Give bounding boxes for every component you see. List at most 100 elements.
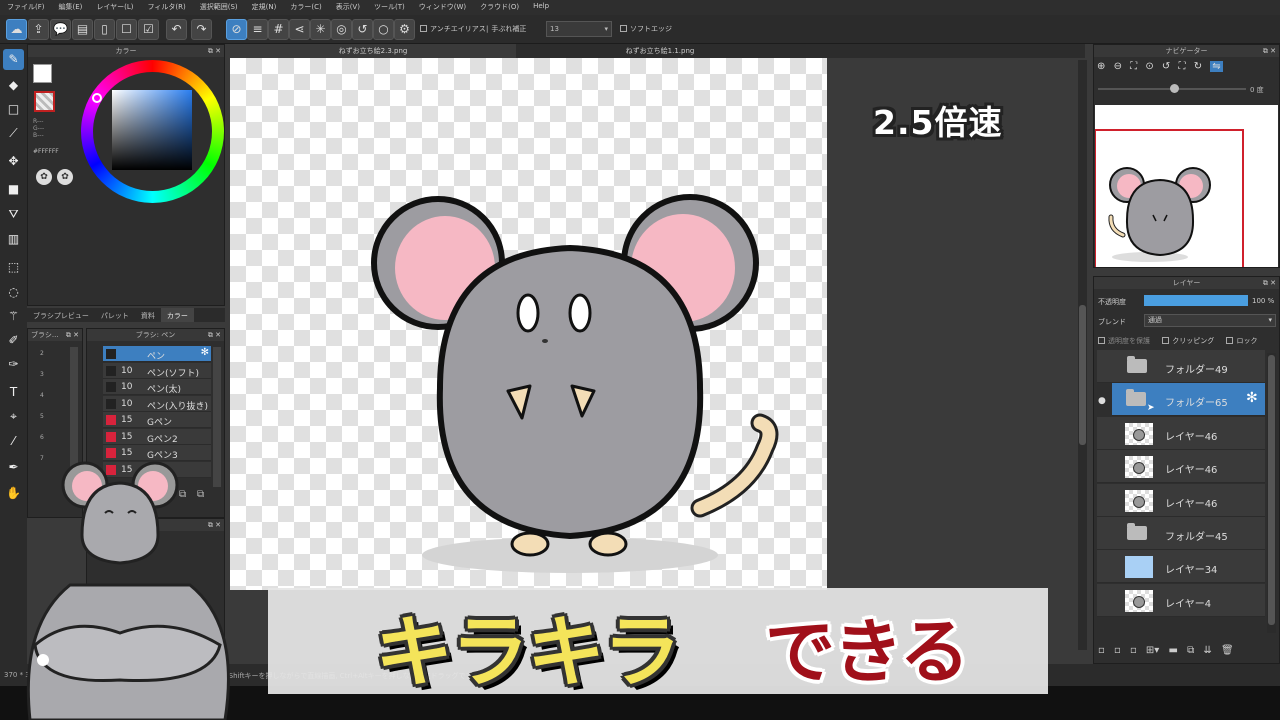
menu-cloud[interactable]: クラウド(O)	[473, 0, 526, 15]
menu-window[interactable]: ウィンドウ(W)	[412, 0, 473, 15]
tab-brush-preview[interactable]: ブラシプレビュー	[27, 308, 95, 322]
hue-cursor[interactable]	[92, 93, 102, 103]
brush-size-item[interactable]: 4	[40, 385, 44, 406]
tab-color[interactable]: カラー	[160, 308, 194, 322]
menu-ruler[interactable]: 定規(N)	[245, 0, 284, 15]
tab-palette[interactable]: パレット	[95, 308, 135, 322]
brush-size-item[interactable]: 5	[40, 406, 44, 427]
brush-size-item[interactable]: 6	[40, 427, 44, 448]
tab-doc-1[interactable]: ねずお立ち絵2.3.png	[230, 44, 516, 58]
select-tool-icon[interactable]: ⬚	[3, 257, 24, 278]
angle-slider-thumb[interactable]	[1170, 84, 1179, 93]
bucket-tool-icon[interactable]: ⛛	[3, 204, 24, 225]
menu-edit[interactable]: 編集(E)	[52, 0, 90, 15]
brush-size-item[interactable]: 3	[40, 364, 44, 385]
ellipse-snap-icon[interactable]: ○	[373, 19, 394, 40]
select-pen-icon[interactable]: ✐	[3, 330, 24, 351]
curve-snap-icon[interactable]: ↺	[352, 19, 373, 40]
panel-close-icon[interactable]: ⧉ ✕	[1263, 277, 1276, 289]
brush-size-item[interactable]: 2	[40, 343, 44, 364]
merge-layer-icon[interactable]: ⇊	[1203, 645, 1211, 656]
circle-snap-icon[interactable]: ◎	[331, 19, 352, 40]
panel-close-icon[interactable]: ⧉ ✕	[208, 329, 221, 341]
tab-material[interactable]: 資料	[135, 308, 161, 322]
brush-item[interactable]: 10 ペン(入り抜き)	[103, 395, 211, 412]
document-icon[interactable]: ▯	[94, 19, 115, 40]
new-layer-1bit-icon[interactable]: ▫	[1130, 645, 1137, 656]
layer-row[interactable]: レイヤー34	[1097, 550, 1265, 584]
layer-scrollbar[interactable]	[1267, 353, 1276, 633]
redo-icon[interactable]: ↷	[191, 19, 212, 40]
fit-icon[interactable]: ⛶	[1130, 61, 1137, 72]
antialias-checkbox[interactable]: アンチエイリアス	[420, 24, 486, 34]
drawing-canvas[interactable]	[230, 58, 827, 590]
parallel-snap-icon[interactable]: ≡	[247, 19, 268, 40]
new-folder-icon[interactable]: ▬	[1169, 645, 1178, 656]
soft-edge-checkbox[interactable]: ソフトエッジ	[620, 24, 672, 34]
secondary-color-swatch[interactable]	[34, 91, 55, 112]
menu-color[interactable]: カラー(C)	[283, 0, 328, 15]
rotate-right-icon[interactable]: ↻	[1194, 61, 1202, 72]
radial-snap-icon[interactable]: ✳	[310, 19, 331, 40]
brush-tool-icon[interactable]: ✎	[3, 49, 24, 70]
snap-settings-icon[interactable]: ⚙	[394, 19, 415, 40]
focus-snap-icon[interactable]: ⋖	[289, 19, 310, 40]
brush-size-list[interactable]: 2 3 4 5 6 7	[40, 343, 44, 469]
brush-item[interactable]: 10 ペン(ソフト)	[103, 362, 211, 379]
zoom-out-icon[interactable]: ⊖	[1114, 61, 1122, 72]
brush-item[interactable]: 15 Gペン	[103, 412, 211, 428]
menu-select[interactable]: 選択範囲(S)	[193, 0, 245, 15]
operation-tool-icon[interactable]: ⌖	[3, 406, 24, 427]
protect-checkbox[interactable]: 透明度を保護	[1098, 337, 1150, 345]
checklist-icon[interactable]: ☑	[138, 19, 159, 40]
brush-item[interactable]: 10 ペン(太)	[103, 379, 211, 395]
add-layer-menu-icon[interactable]: ⊞▾	[1146, 645, 1159, 656]
no-snap-icon[interactable]: ⊘	[226, 19, 247, 40]
menu-layer[interactable]: レイヤー(L)	[89, 0, 140, 15]
blend-select[interactable]: 通過 ▾	[1144, 314, 1276, 327]
eyedropper-icon[interactable]: ⁄	[3, 431, 24, 452]
duplicate-layer-icon[interactable]: ⧉	[1187, 645, 1194, 656]
ellipse-select-icon[interactable]: ◌	[3, 282, 24, 303]
layer-settings-icon[interactable]: ✻	[1246, 390, 1258, 406]
canvas-vscroll[interactable]	[1078, 60, 1087, 650]
saturation-square[interactable]	[112, 90, 192, 170]
magic-wand-icon[interactable]: ⚚	[3, 306, 24, 327]
panel-close-icon[interactable]: ⧉ ✕	[208, 45, 221, 57]
share-icon[interactable]: ⇪	[28, 19, 49, 40]
palette-icon[interactable]: ✿	[36, 169, 52, 185]
layer-row[interactable]: レイヤー46	[1097, 450, 1265, 484]
layer-row[interactable]: レイヤー46	[1097, 483, 1265, 517]
opacity-slider[interactable]	[1144, 295, 1248, 306]
zoom-in-icon[interactable]: ⊕	[1097, 61, 1105, 72]
undo-icon[interactable]: ↶	[166, 19, 187, 40]
layer-row[interactable]: レイヤー46	[1097, 416, 1265, 450]
menu-help[interactable]: Help	[526, 0, 556, 15]
cloud-icon[interactable]: ☁	[6, 19, 27, 40]
menu-file[interactable]: ファイル(F)	[0, 0, 52, 15]
tab-doc-2[interactable]: ねずお立ち絵1.1.png	[520, 44, 800, 58]
delete-layer-icon[interactable]: 🗑	[1221, 645, 1234, 656]
lasso-icon[interactable]: ⟋	[3, 123, 24, 144]
navigator-preview[interactable]	[1094, 105, 1278, 271]
select-rect-icon[interactable]: □	[3, 99, 24, 120]
visibility-dot-icon[interactable]: ●	[1098, 396, 1106, 406]
new-page-icon[interactable]: ☐	[116, 19, 137, 40]
new-layer-8bit-icon[interactable]: ▫	[1114, 645, 1121, 656]
select-eraser-icon[interactable]: ✑	[3, 354, 24, 375]
menu-filter[interactable]: フィルタ(R)	[141, 0, 193, 15]
stabilizer-select[interactable]: 13 ▾	[546, 21, 612, 37]
text-tool-icon[interactable]: T	[3, 382, 24, 403]
comment-icon[interactable]: 💬	[50, 19, 71, 40]
eraser-tool-icon[interactable]: ◆	[3, 75, 24, 96]
gradient-tool-icon[interactable]: ▥	[3, 229, 24, 250]
rect-fill-icon[interactable]: ■	[3, 179, 24, 200]
menu-view[interactable]: 表示(V)	[329, 0, 367, 15]
clipping-checkbox[interactable]: クリッピング	[1162, 337, 1214, 345]
brush-settings-icon[interactable]: ✻	[201, 347, 209, 358]
move-tool-icon[interactable]: ✥	[3, 151, 24, 172]
layer-row[interactable]: フォルダー65	[1112, 383, 1265, 417]
flip-icon[interactable]: ⇋	[1210, 61, 1223, 72]
new-layer-icon[interactable]: ▫	[1098, 645, 1105, 656]
layer-row[interactable]: フォルダー45	[1097, 517, 1265, 550]
